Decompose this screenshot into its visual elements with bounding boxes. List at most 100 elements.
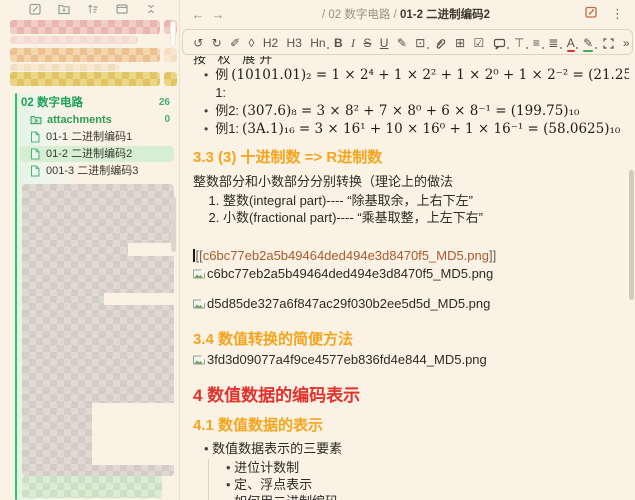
redo-icon[interactable]: ↻ bbox=[207, 31, 225, 53]
notebook-title: 02 数字电路 bbox=[21, 95, 83, 111]
clipped-line[interactable]: 按 权 展开 bbox=[193, 56, 623, 65]
redacted-gap bbox=[128, 243, 174, 256]
attachment-icon[interactable] bbox=[430, 31, 451, 53]
table-icon[interactable]: ⊞ bbox=[451, 31, 469, 53]
broken-image-icon bbox=[193, 354, 205, 366]
breadcrumb-notebook[interactable]: 02 数字电路 bbox=[328, 9, 390, 21]
section-heading-4-1[interactable]: 4.1 数值数据的表示 bbox=[193, 416, 623, 436]
back-button[interactable]: ← bbox=[188, 7, 208, 22]
list-item[interactable]: 定、浮点表示 bbox=[226, 476, 623, 493]
embed-filename: c6bc77eb2a5b49464ded494e3d8470f5_MD5.png bbox=[203, 248, 489, 263]
list-item[interactable]: 例1:(3A.1)₁₆ = 3 × 16¹ + 10 × 16⁰ + 1 × 1… bbox=[204, 120, 623, 138]
sidebar-item-label: attachments bbox=[47, 112, 112, 128]
sidebar-item-label: 01-2 二进制编码2 bbox=[46, 146, 132, 162]
format-brush-icon[interactable]: ✐ bbox=[226, 31, 244, 53]
sidebar-toolbar bbox=[28, 2, 158, 16]
heading-n-button[interactable]: Hn bbox=[306, 31, 330, 53]
redacted-item-orange-stub bbox=[164, 48, 177, 62]
highlighter-icon[interactable]: ✎ bbox=[579, 31, 597, 53]
redacted-item-orange-2[interactable] bbox=[10, 64, 120, 71]
forward-button[interactable]: → bbox=[208, 7, 228, 22]
list-item[interactable]: 小数(fractional part)---- “乘基取整，上左下右” bbox=[223, 209, 623, 226]
edit-doc-icon[interactable] bbox=[584, 5, 598, 24]
sidebar-item-doc-2-selected[interactable]: 01-2 二进制编码2 bbox=[20, 146, 174, 162]
document-icon bbox=[29, 165, 41, 177]
heading3-button[interactable]: H3 bbox=[282, 31, 306, 53]
more-menu-icon[interactable]: ⋮ bbox=[608, 6, 627, 22]
broken-image-icon bbox=[193, 268, 205, 280]
breadcrumb-separator: / bbox=[322, 9, 325, 21]
image-filename: c6bc77eb2a5b49464ded494e3d8470f5_MD5.png bbox=[207, 266, 493, 282]
more-tools-icon[interactable]: » bbox=[619, 31, 634, 53]
redacted-item-yellow[interactable] bbox=[10, 72, 160, 86]
sort-icon[interactable] bbox=[86, 2, 100, 16]
clear-format-icon[interactable]: ◊ bbox=[244, 31, 258, 53]
panel-icon[interactable] bbox=[115, 2, 129, 16]
text-cursor bbox=[193, 249, 195, 262]
redacted-item-pink-2[interactable] bbox=[10, 36, 138, 44]
sidebar-item-doc-3[interactable]: 001-3 二进制编码3 bbox=[20, 163, 174, 179]
section-heading-3-3[interactable]: 3.3 (3) 十进制数 => R进制数 bbox=[193, 148, 623, 168]
nested-bullet-list: 进位计数制 定、浮点表示 如何用二进制编码 bbox=[208, 459, 623, 500]
folder-icon bbox=[30, 114, 42, 126]
comment-icon[interactable] bbox=[488, 31, 509, 53]
line-height-icon[interactable]: ≣ bbox=[544, 31, 562, 53]
bold-button[interactable]: B bbox=[330, 31, 347, 53]
sidebar-item-doc-1[interactable]: 01-1 二进制编码1 bbox=[20, 129, 174, 145]
redacted-gap bbox=[104, 293, 174, 305]
new-folder-icon[interactable] bbox=[57, 2, 71, 16]
breadcrumb-current-doc[interactable]: 01-2 二进制编码2 bbox=[400, 9, 490, 21]
redacted-item-orange[interactable] bbox=[10, 48, 160, 62]
list-item[interactable]: 整数(integral part)---- “除基取余，上右下左” bbox=[223, 192, 623, 209]
broken-image-line[interactable]: c6bc77eb2a5b49464ded494e3d8470f5_MD5.png bbox=[193, 266, 623, 282]
breadcrumb-separator: / bbox=[394, 9, 397, 21]
undo-icon[interactable]: ↺ bbox=[189, 31, 207, 53]
sidebar-notebook[interactable]: 02 数字电路 26 bbox=[21, 95, 174, 111]
highlight-pen-icon[interactable]: ✎ bbox=[393, 31, 411, 53]
document-content[interactable]: 按 权 展开 例1:(10101.01)₂ = 1 × 2⁴ + 1 × 2² … bbox=[180, 56, 629, 500]
editor-scrollbar-thumb[interactable] bbox=[629, 170, 634, 300]
fullscreen-icon[interactable] bbox=[597, 31, 618, 53]
redacted-item-yellow-stub bbox=[164, 72, 177, 86]
redacted-gap bbox=[92, 403, 174, 465]
edit-block-icon[interactable]: ⊡ bbox=[411, 31, 429, 53]
list-icon[interactable]: ≡ bbox=[529, 31, 544, 53]
format-toolbar: ↺ ↻ ✐ ◊ H2 H3 Hn B I S U ✎ ⊡ ⊞ ☑ ⊤ ≡ ≣ A… bbox=[182, 29, 633, 55]
collapse-icon[interactable] bbox=[144, 2, 158, 16]
broken-image-icon bbox=[193, 298, 205, 310]
italic-button[interactable]: I bbox=[347, 31, 359, 53]
paragraph[interactable]: 整数部分和小数部分分别转换（理论上的做法 bbox=[193, 173, 623, 190]
quote-icon[interactable]: ⊤ bbox=[510, 31, 529, 53]
heading2-button[interactable]: H2 bbox=[259, 31, 283, 53]
list-item[interactable]: 例2:(307.6)₈ = 3 × 8² + 7 × 8⁰ + 6 × 8⁻¹ … bbox=[204, 102, 623, 120]
underline-button[interactable]: U bbox=[376, 31, 393, 53]
strikethrough-button[interactable]: S bbox=[359, 31, 375, 53]
sidebar: 02 数字电路 26 attachments 0 01-1 二进制编码1 01-… bbox=[0, 0, 180, 500]
broken-image-line[interactable]: 3fd3d09077a4f9ce4577eb836fd4e844_MD5.png bbox=[193, 352, 623, 368]
math-formula: (307.6)₈ = 3 × 8² + 7 × 8⁰ + 6 × 8⁻¹ = (… bbox=[242, 102, 579, 120]
editor-header: ← → / 02 数字电路 / 01-2 二进制编码2 ⋮ bbox=[180, 0, 635, 28]
ordered-list: 整数(integral part)---- “除基取余，上右下左” 小数(fra… bbox=[193, 192, 623, 226]
section-heading-4[interactable]: 4 数值数据的编码表示 bbox=[193, 384, 623, 408]
redacted-item-pink[interactable] bbox=[10, 20, 160, 34]
list-item[interactable]: 如何用二进制编码 bbox=[226, 493, 623, 500]
image-embed-syntax[interactable]: [[c6bc77eb2a5b49464ded494e3d8470f5_MD5.p… bbox=[193, 248, 623, 264]
font-color-icon[interactable]: A bbox=[563, 31, 579, 53]
section-heading-3-4[interactable]: 3.4 数值转换的简便方法 bbox=[193, 330, 623, 350]
list-item[interactable]: 进位计数制 bbox=[226, 459, 623, 476]
list-item[interactable]: 数值数据表示的三要素 进位计数制 定、浮点表示 如何用二进制编码 bbox=[204, 440, 623, 500]
new-doc-icon[interactable] bbox=[28, 2, 42, 16]
breadcrumb: / 02 数字电路 / 01-2 二进制编码2 bbox=[228, 6, 584, 22]
math-formula: (3A.1)₁₆ = 3 × 16¹ + 10 × 16⁰ + 1 × 16⁻¹… bbox=[242, 120, 620, 138]
task-list-icon[interactable]: ☑ bbox=[469, 31, 488, 53]
redacted-tree-items-bottom[interactable] bbox=[22, 476, 162, 498]
document-icon bbox=[29, 131, 41, 143]
list-item[interactable]: 例1:(10101.01)₂ = 1 × 2⁴ + 1 × 2² + 1 × 2… bbox=[204, 66, 623, 102]
sidebar-item-count: 0 bbox=[164, 112, 174, 128]
sidebar-scrollbar-thumb-2[interactable] bbox=[171, 196, 176, 252]
sidebar-item-attachments[interactable]: attachments 0 bbox=[20, 112, 174, 128]
notebook-active-indicator bbox=[15, 93, 17, 500]
sidebar-item-label: 01-1 二进制编码1 bbox=[46, 129, 132, 145]
broken-image-line[interactable]: d5d85de327a6f847ac29f030b2ee5d5d_MD5.png bbox=[193, 296, 623, 312]
sidebar-scrollbar-thumb[interactable] bbox=[170, 21, 176, 47]
